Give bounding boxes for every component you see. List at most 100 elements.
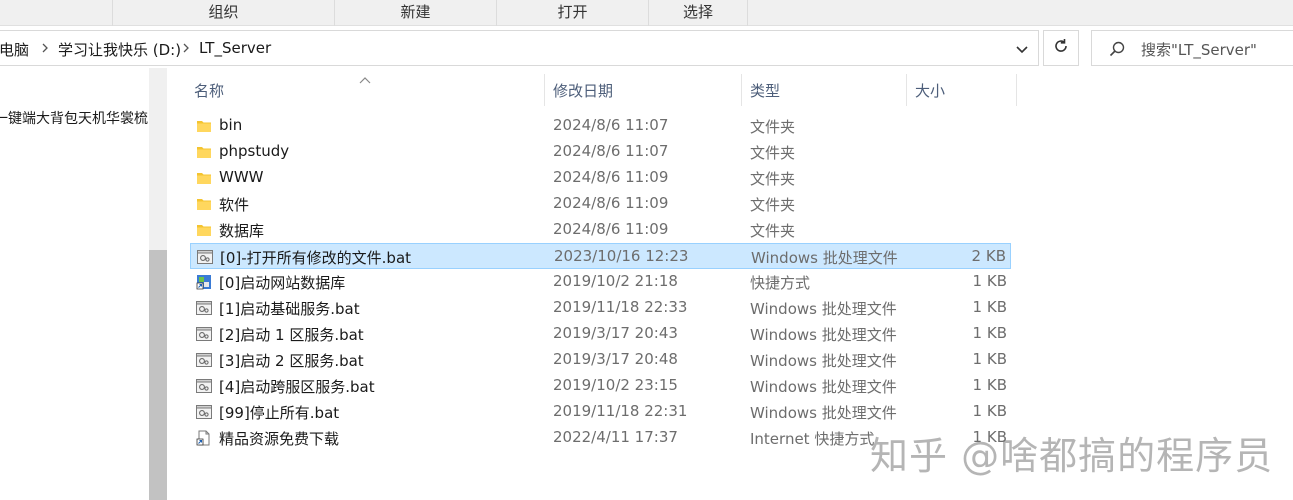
column-header-type[interactable]: 类型 [750, 80, 780, 102]
folder-icon [196, 222, 212, 238]
file-modified-date: 2024/8/6 11:09 [553, 168, 669, 186]
file-row[interactable]: [4]启动跨服区服务.bat 2019/10/2 23:15 Windows 批处理… [190, 373, 1011, 399]
file-modified-date: 2023/10/16 12:23 [554, 247, 689, 265]
ribbon-group-open[interactable]: 打开 [496, 0, 648, 26]
batch-file-icon [196, 378, 212, 394]
search-input[interactable]: 搜索"LT_Server" [1091, 30, 1293, 66]
file-name: 精品资源免费下载 [219, 430, 340, 448]
ribbon-groups: 组织 新建 打开 选择 [0, 0, 1293, 26]
file-modified-date: 2024/8/6 11:09 [553, 220, 669, 238]
file-row[interactable]: 数据库 2024/8/6 11:09 文件夹 [190, 217, 1011, 243]
breadcrumb-this-pc[interactable]: 此电脑 [0, 39, 29, 60]
column-divider[interactable] [1016, 74, 1017, 106]
file-type: Windows 批处理文件 [750, 404, 897, 422]
chevron-right-icon[interactable] [40, 40, 50, 56]
file-type: 文件夹 [750, 118, 796, 136]
column-header-size[interactable]: 大小 [915, 80, 945, 102]
file-row[interactable]: [0]-打开所有修改的文件.bat 2023/10/16 12:23 Windows… [190, 243, 1011, 269]
address-row: 此电脑 学习让我快乐 (D:) LT_Server 搜索"LT_Server" [0, 30, 1293, 68]
column-divider[interactable] [906, 74, 907, 106]
file-type: 文件夹 [750, 222, 796, 240]
file-type: 文件夹 [750, 170, 796, 188]
file-name: WWW [219, 168, 264, 186]
folder-icon [196, 144, 212, 160]
file-row[interactable]: [0]启动网站数据库 2019/10/2 21:18 快捷方式 1 KB [190, 269, 1011, 295]
navigation-pane: 一键端大背包天机华裳梳 [0, 68, 149, 500]
breadcrumb-lt-server[interactable]: LT_Server [199, 39, 271, 57]
folder-icon [196, 170, 212, 186]
file-modified-date: 2019/11/18 22:31 [553, 402, 688, 420]
file-row[interactable]: phpstudy 2024/8/6 11:07 文件夹 [190, 139, 1011, 165]
file-type: Windows 批处理文件 [751, 249, 898, 267]
chevron-down-icon[interactable] [1012, 39, 1032, 59]
file-type: 文件夹 [750, 196, 796, 214]
file-modified-date: 2019/11/18 22:33 [553, 298, 688, 316]
search-icon [1108, 40, 1126, 58]
file-row[interactable]: WWW 2024/8/6 11:09 文件夹 [190, 165, 1011, 191]
ribbon-group-organize[interactable]: 组织 [112, 0, 334, 26]
file-modified-date: 2019/10/2 21:18 [553, 272, 678, 290]
file-modified-date: 2024/8/6 11:07 [553, 116, 669, 134]
refresh-button[interactable] [1043, 30, 1079, 66]
file-name: phpstudy [219, 142, 290, 160]
file-name: bin [219, 116, 243, 134]
file-row[interactable]: [99]停止所有.bat 2019/11/18 22:31 Windows 批处理文… [190, 399, 1011, 425]
file-type: 快捷方式 [750, 274, 811, 292]
file-row[interactable]: [3]启动 2 区服务.bat 2019/3/17 20:48 Windows 批处… [190, 347, 1011, 373]
file-name: [4]启动跨服区服务.bat [219, 378, 375, 396]
batch-file-icon [197, 249, 213, 265]
file-name: [0]-打开所有修改的文件.bat [220, 249, 412, 267]
column-divider[interactable] [544, 74, 545, 106]
folder-icon [196, 118, 212, 134]
column-header-name[interactable]: 名称 [194, 80, 224, 102]
ribbon-group-new[interactable]: 新建 [334, 0, 496, 26]
file-name: [3]启动 2 区服务.bat [219, 352, 364, 370]
internet-shortcut-icon [196, 430, 212, 446]
breadcrumb-drive-d[interactable]: 学习让我快乐 (D:) [58, 39, 181, 60]
file-size: 1 KB [972, 402, 1007, 420]
file-name: [1]启动基础服务.bat [219, 300, 360, 318]
file-type: 文件夹 [750, 144, 796, 162]
chevron-right-icon[interactable] [181, 40, 191, 56]
file-name: [99]停止所有.bat [219, 404, 340, 422]
file-name: [2]启动 1 区服务.bat [219, 326, 364, 344]
file-name: [0]启动网站数据库 [219, 274, 346, 292]
file-size: 1 KB [972, 324, 1007, 342]
file-type: Windows 批处理文件 [750, 300, 897, 318]
batch-file-icon [196, 326, 212, 342]
file-size: 1 KB [972, 272, 1007, 290]
ribbon-group-select[interactable]: 选择 [648, 0, 748, 26]
column-header-date[interactable]: 修改日期 [553, 80, 613, 102]
column-divider[interactable] [741, 74, 742, 106]
file-type: Windows 批处理文件 [750, 378, 897, 396]
watermark: 知乎 @啥都搞的程序员 [870, 434, 1274, 478]
file-row[interactable]: bin 2024/8/6 11:07 文件夹 [190, 113, 1011, 139]
file-size: 1 KB [972, 350, 1007, 368]
nav-scrollbar-thumb[interactable] [149, 250, 167, 500]
file-row[interactable]: 软件 2024/8/6 11:09 文件夹 [190, 191, 1011, 217]
file-modified-date: 2019/3/17 20:43 [553, 324, 678, 342]
batch-file-icon [196, 404, 212, 420]
batch-file-icon [196, 352, 212, 368]
file-modified-date: 2022/4/11 17:37 [553, 428, 678, 446]
file-name: 数据库 [219, 222, 265, 240]
refresh-icon [1052, 37, 1070, 59]
file-row[interactable]: [1]启动基础服务.bat 2019/11/18 22:33 Windows 批处理… [190, 295, 1011, 321]
file-name: 软件 [219, 196, 250, 214]
address-bar[interactable]: 此电脑 学习让我快乐 (D:) LT_Server [0, 30, 1039, 66]
file-modified-date: 2024/8/6 11:07 [553, 142, 669, 160]
search-placeholder: 搜索"LT_Server" [1141, 41, 1257, 59]
file-size: 2 KB [971, 247, 1006, 265]
file-modified-date: 2024/8/6 11:09 [553, 194, 669, 212]
folder-icon [196, 196, 212, 212]
nav-item-folder[interactable]: 一键端大背包天机华裳梳 [0, 108, 148, 128]
file-size: 1 KB [972, 298, 1007, 316]
file-row[interactable]: [2]启动 1 区服务.bat 2019/3/17 20:43 Windows 批处… [190, 321, 1011, 347]
file-type: Windows 批处理文件 [750, 352, 897, 370]
file-type: Internet 快捷方式 [750, 430, 875, 448]
file-size: 1 KB [972, 376, 1007, 394]
shortcut-app-icon [196, 274, 212, 290]
sort-ascending-icon [358, 70, 372, 84]
batch-file-icon [196, 300, 212, 316]
file-modified-date: 2019/3/17 20:48 [553, 350, 678, 368]
